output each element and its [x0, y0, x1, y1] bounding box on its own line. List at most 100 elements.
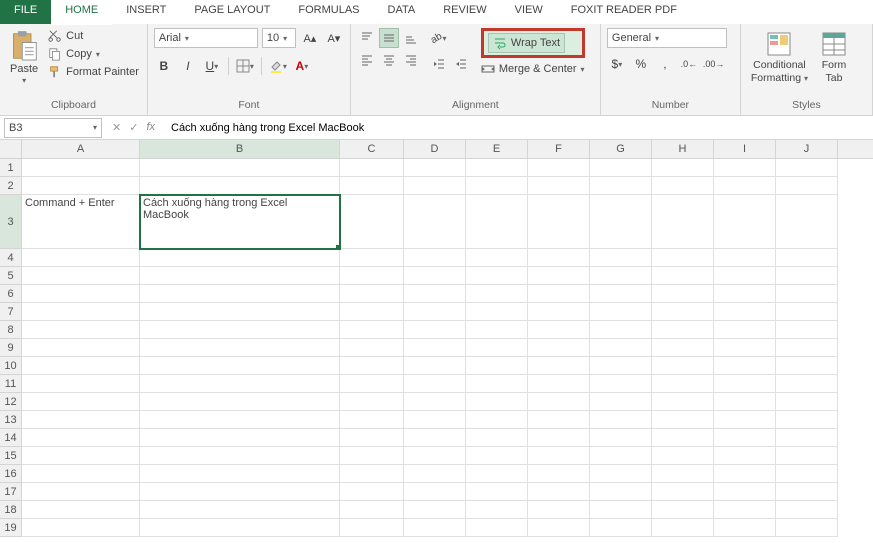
- cell-E2[interactable]: [466, 177, 528, 195]
- cell-E18[interactable]: [466, 501, 528, 519]
- cell-D11[interactable]: [404, 375, 466, 393]
- cell-H17[interactable]: [652, 483, 714, 501]
- cell-E13[interactable]: [466, 411, 528, 429]
- cell-A14[interactable]: [22, 429, 140, 447]
- cell-B9[interactable]: [140, 339, 340, 357]
- row-header-18[interactable]: 18: [0, 501, 22, 519]
- column-header-H[interactable]: H: [652, 140, 714, 158]
- borders-button[interactable]: ▾: [235, 56, 255, 76]
- cell-G1[interactable]: [590, 159, 652, 177]
- cell-H8[interactable]: [652, 321, 714, 339]
- cell-A4[interactable]: [22, 249, 140, 267]
- cell-B13[interactable]: [140, 411, 340, 429]
- cell-B15[interactable]: [140, 447, 340, 465]
- cell-B19[interactable]: [140, 519, 340, 537]
- cancel-formula-icon[interactable]: ✕: [112, 121, 121, 134]
- cell-F8[interactable]: [528, 321, 590, 339]
- increase-decimal-button[interactable]: .0←: [679, 54, 699, 74]
- row-header-8[interactable]: 8: [0, 321, 22, 339]
- accounting-format-button[interactable]: $▾: [607, 54, 627, 74]
- cell-I18[interactable]: [714, 501, 776, 519]
- cell-F2[interactable]: [528, 177, 590, 195]
- cell-G15[interactable]: [590, 447, 652, 465]
- formula-input[interactable]: [165, 122, 873, 134]
- cell-H16[interactable]: [652, 465, 714, 483]
- cell-A17[interactable]: [22, 483, 140, 501]
- cell-A15[interactable]: [22, 447, 140, 465]
- cell-B11[interactable]: [140, 375, 340, 393]
- cell-E6[interactable]: [466, 285, 528, 303]
- cell-G6[interactable]: [590, 285, 652, 303]
- cell-C13[interactable]: [340, 411, 404, 429]
- cell-C9[interactable]: [340, 339, 404, 357]
- cell-H13[interactable]: [652, 411, 714, 429]
- column-header-E[interactable]: E: [466, 140, 528, 158]
- cell-D8[interactable]: [404, 321, 466, 339]
- cell-H19[interactable]: [652, 519, 714, 537]
- copy-button[interactable]: Copy ▾: [46, 46, 141, 62]
- tab-foxit[interactable]: FOXIT READER PDF: [557, 0, 691, 24]
- cell-E4[interactable]: [466, 249, 528, 267]
- tab-file[interactable]: FILE: [0, 0, 51, 24]
- row-header-12[interactable]: 12: [0, 393, 22, 411]
- cell-J15[interactable]: [776, 447, 838, 465]
- cell-G4[interactable]: [590, 249, 652, 267]
- name-box[interactable]: B3 ▾: [4, 118, 102, 138]
- cell-D12[interactable]: [404, 393, 466, 411]
- cell-H2[interactable]: [652, 177, 714, 195]
- cell-B4[interactable]: [140, 249, 340, 267]
- cell-A7[interactable]: [22, 303, 140, 321]
- cell-A10[interactable]: [22, 357, 140, 375]
- cell-A18[interactable]: [22, 501, 140, 519]
- cell-D15[interactable]: [404, 447, 466, 465]
- cell-J19[interactable]: [776, 519, 838, 537]
- cell-D10[interactable]: [404, 357, 466, 375]
- cell-B16[interactable]: [140, 465, 340, 483]
- tab-page-layout[interactable]: PAGE LAYOUT: [180, 0, 284, 24]
- cell-I2[interactable]: [714, 177, 776, 195]
- cell-D4[interactable]: [404, 249, 466, 267]
- cell-F13[interactable]: [528, 411, 590, 429]
- format-painter-button[interactable]: Format Painter: [46, 64, 141, 80]
- cell-F16[interactable]: [528, 465, 590, 483]
- cell-G9[interactable]: [590, 339, 652, 357]
- cell-C1[interactable]: [340, 159, 404, 177]
- row-header-1[interactable]: 1: [0, 159, 22, 177]
- cell-D2[interactable]: [404, 177, 466, 195]
- column-header-C[interactable]: C: [340, 140, 404, 158]
- cell-G3[interactable]: [590, 195, 652, 249]
- cell-E3[interactable]: [466, 195, 528, 249]
- cell-I6[interactable]: [714, 285, 776, 303]
- cell-E16[interactable]: [466, 465, 528, 483]
- cell-J14[interactable]: [776, 429, 838, 447]
- cell-H9[interactable]: [652, 339, 714, 357]
- cell-C7[interactable]: [340, 303, 404, 321]
- cell-D16[interactable]: [404, 465, 466, 483]
- font-name-combo[interactable]: Arial▾: [154, 28, 258, 48]
- font-color-button[interactable]: A ▾: [292, 56, 312, 76]
- cell-J11[interactable]: [776, 375, 838, 393]
- cell-A16[interactable]: [22, 465, 140, 483]
- row-header-6[interactable]: 6: [0, 285, 22, 303]
- row-header-10[interactable]: 10: [0, 357, 22, 375]
- cell-F4[interactable]: [528, 249, 590, 267]
- cell-I15[interactable]: [714, 447, 776, 465]
- cell-A5[interactable]: [22, 267, 140, 285]
- comma-button[interactable]: ,: [655, 54, 675, 74]
- cell-H12[interactable]: [652, 393, 714, 411]
- cell-C6[interactable]: [340, 285, 404, 303]
- cell-A12[interactable]: [22, 393, 140, 411]
- cell-A6[interactable]: [22, 285, 140, 303]
- cell-I7[interactable]: [714, 303, 776, 321]
- cell-J10[interactable]: [776, 357, 838, 375]
- wrap-text-button[interactable]: Wrap Text: [488, 33, 565, 53]
- cell-B6[interactable]: [140, 285, 340, 303]
- number-format-combo[interactable]: General▾: [607, 28, 727, 48]
- decrease-indent-button[interactable]: [429, 54, 449, 74]
- cell-G12[interactable]: [590, 393, 652, 411]
- align-right-button[interactable]: [401, 50, 421, 70]
- cell-B1[interactable]: [140, 159, 340, 177]
- cell-G5[interactable]: [590, 267, 652, 285]
- cell-E7[interactable]: [466, 303, 528, 321]
- cell-D6[interactable]: [404, 285, 466, 303]
